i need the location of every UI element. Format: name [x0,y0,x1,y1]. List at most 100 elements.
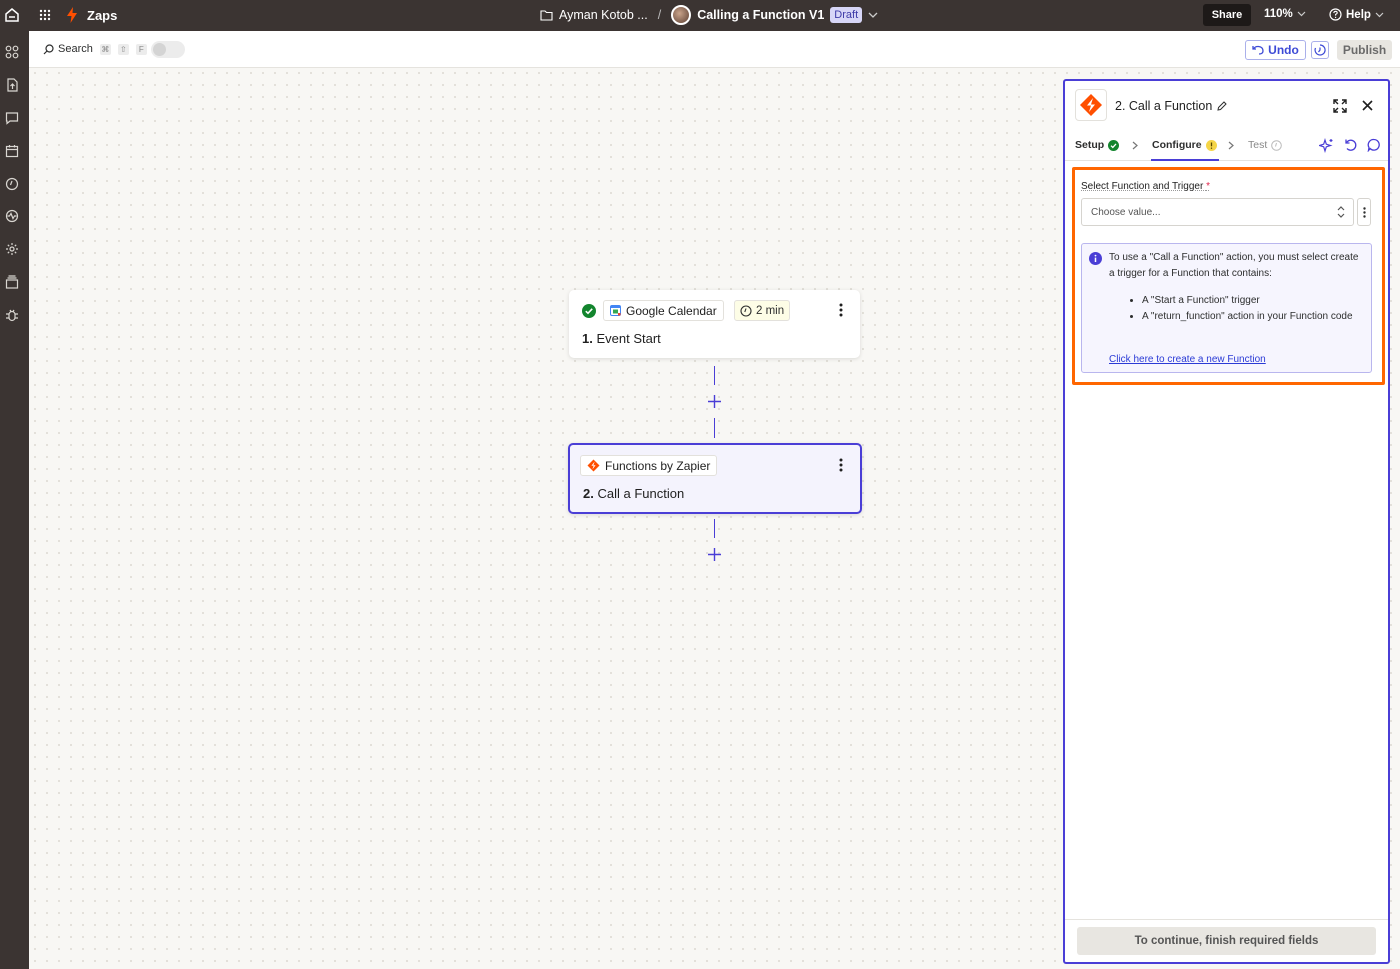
success-check-icon [582,304,596,318]
app-name: Google Calendar [626,303,717,318]
add-step-plus-icon[interactable] [708,548,721,561]
close-icon[interactable] [1362,100,1373,111]
history-button[interactable] [1311,41,1329,59]
connector-line [714,366,715,385]
app-chip: Functions by Zapier [580,455,718,476]
tab-label: Configure [1152,139,1202,151]
ai-sparkle-icon[interactable] [1319,138,1334,153]
tab-test[interactable]: Test [1248,139,1283,151]
undo-button[interactable]: Undo [1245,40,1306,60]
field-options-button[interactable] [1357,198,1371,226]
info-callout: To use a "Call a Function" action, you m… [1081,243,1372,373]
chevron-right-icon [1132,141,1138,150]
functions-app-logo [1075,89,1107,121]
chevron-down-icon [1297,11,1306,17]
zapier-functions-icon [587,459,600,472]
settings-icon[interactable] [5,242,19,256]
tab-setup[interactable]: Setup [1075,139,1120,151]
tab-label: Test [1248,139,1268,151]
archive-icon[interactable] [5,275,19,289]
step-number: 1. [582,331,593,346]
field-label: Select Function and Trigger * [1081,181,1210,192]
zap-bolt-icon [66,7,78,23]
calendar-icon[interactable] [5,144,19,158]
more-options-icon[interactable] [839,458,843,472]
activity-icon[interactable] [5,209,19,223]
chevron-down-icon[interactable] [868,12,878,18]
folder-icon [540,9,553,21]
more-options-icon [1362,206,1366,218]
chevron-right-icon [1228,141,1234,150]
history-icon [1314,44,1326,56]
expand-icon[interactable] [1333,99,1347,113]
required-marker: * [1206,181,1210,192]
continue-button[interactable]: To continue, finish required fields [1077,927,1376,955]
step-title: 2. Call a Function [583,486,684,501]
search-button[interactable]: Search ⌘ ⇧ F [43,43,147,55]
google-calendar-icon [610,305,621,316]
comment-icon[interactable] [1367,138,1381,152]
zaps-link[interactable]: Zaps [87,8,117,23]
info-text: To use a "Call a Function" action, you m… [1109,252,1359,279]
polling-time: 2 min [756,304,785,317]
home-icon[interactable] [4,7,20,23]
chevron-down-icon [1375,12,1384,18]
top-bar: Zaps Ayman Kotob ... / Calling a Functio… [0,0,1400,31]
folder-name[interactable]: Ayman Kotob ... [559,8,648,22]
clock-icon [740,304,752,317]
comment-icon[interactable] [5,111,19,125]
view-toggle[interactable] [151,41,185,58]
search-label: Search [58,43,93,55]
clock-icon[interactable] [5,177,19,191]
breadcrumb: Ayman Kotob ... / Calling a Function V1 … [540,5,878,25]
create-function-link[interactable]: Click here to create a new Function [1109,352,1266,368]
shortcut-key: F [135,43,147,55]
search-icon [43,43,54,55]
panel-footer-divider [1065,919,1388,920]
active-tab-indicator [1151,159,1219,161]
tab-configure[interactable]: Configure [1152,139,1217,151]
more-options-icon[interactable] [839,303,843,317]
help-menu[interactable]: Help [1329,8,1384,21]
apps-grid-icon[interactable] [39,9,51,21]
pending-clock-icon [1271,139,1283,151]
avatar[interactable] [671,5,692,25]
share-button[interactable]: Share [1203,4,1251,26]
info-icon [1089,252,1102,265]
zap-name[interactable]: Calling a Function V1 [697,8,824,22]
select-placeholder: Choose value... [1091,206,1161,218]
add-step-plus-icon[interactable] [708,395,721,408]
help-icon [1329,8,1342,21]
info-bullet-list: A "Start a Function" trigger A "return_f… [1142,293,1362,325]
step-card-trigger[interactable]: Google Calendar 2 min 1. Event Start [569,290,860,358]
publish-button[interactable]: Publish [1337,40,1392,60]
help-label: Help [1346,8,1371,21]
apps-icon[interactable] [5,45,19,59]
panel-title[interactable]: 2. Call a Function [1115,99,1227,113]
zoom-dropdown[interactable]: 110% [1264,8,1306,20]
edit-pencil-icon[interactable] [1217,101,1227,111]
bug-icon[interactable] [5,308,19,322]
warning-icon [1205,139,1217,151]
editor-toolbar: Search ⌘ ⇧ F Undo Publish [29,31,1400,68]
shortcut-key: ⌘ [99,43,111,55]
polling-time-badge: 2 min [734,300,791,321]
reset-icon[interactable] [1344,138,1358,152]
panel-tabs: Setup Configure Test [1065,129,1388,161]
step-number: 2. [583,486,594,501]
undo-label: Undo [1268,43,1299,57]
info-bullet: A "return_function" action in your Funct… [1142,309,1362,325]
shortcut-key: ⇧ [117,43,129,55]
undo-icon [1252,45,1264,55]
panel-title-text: 2. Call a Function [1115,99,1213,113]
info-bullet: A "Start a Function" trigger [1142,293,1362,309]
step-title: 1. Event Start [582,331,661,346]
breadcrumb-separator: / [657,8,662,22]
success-check-icon [1108,139,1120,151]
status-badge: Draft [830,7,863,23]
tab-label: Setup [1075,139,1105,151]
function-trigger-select[interactable]: Choose value... [1081,198,1354,226]
step-name: Event Start [596,331,661,346]
file-upload-icon[interactable] [5,78,19,92]
step-card-action[interactable]: Functions by Zapier 2. Call a Function [568,443,862,514]
